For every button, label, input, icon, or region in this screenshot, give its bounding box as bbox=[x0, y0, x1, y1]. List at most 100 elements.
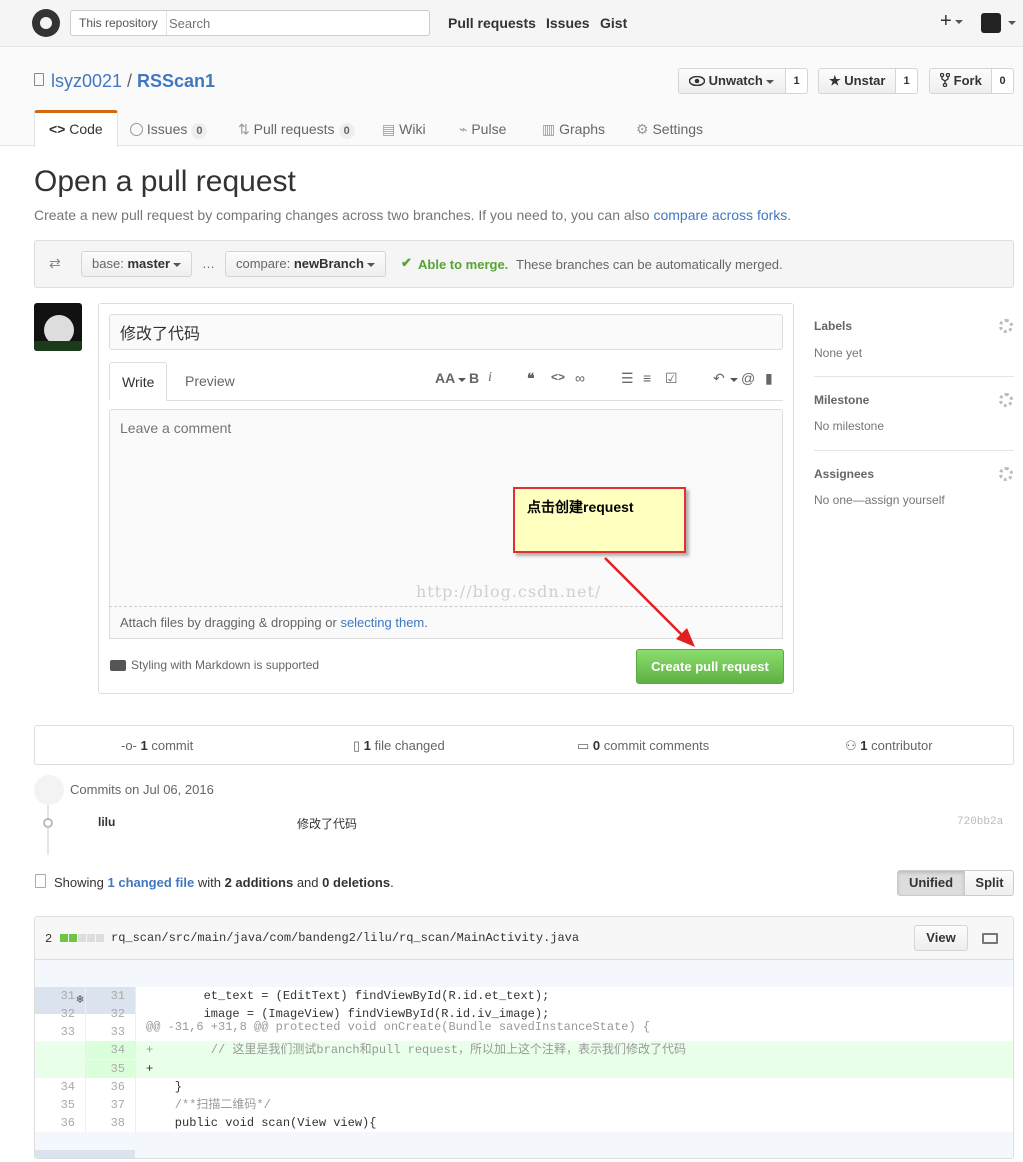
diff-hunk-header: ❄ @@ -31,6 +31,8 @@ protected void onCre… bbox=[35, 960, 1013, 1041]
user-avatar[interactable] bbox=[981, 13, 1001, 33]
watermark-text: http://blog.csdn.net/ bbox=[416, 582, 602, 601]
base-branch-select[interactable]: base: master bbox=[81, 251, 193, 277]
file-diff-icon bbox=[35, 874, 46, 888]
tab-code[interactable]: <> Code bbox=[34, 110, 118, 147]
tab-preview[interactable]: Preview bbox=[185, 362, 235, 400]
contributors-summary[interactable]: ⚇ 1 contributor bbox=[845, 738, 933, 754]
labels-gear-icon[interactable] bbox=[999, 319, 1013, 333]
diff-line-count: 2 bbox=[45, 932, 53, 946]
search-box[interactable]: This repository bbox=[70, 10, 430, 36]
tab-pull-requests[interactable]: ⇅ Pull requests 0 bbox=[238, 111, 355, 147]
files-summary[interactable]: ▯ 1 file changed bbox=[353, 738, 445, 754]
labels-heading: Labels bbox=[814, 319, 853, 333]
watch-count[interactable]: 1 bbox=[786, 68, 808, 94]
star-count[interactable]: 1 bbox=[896, 68, 918, 94]
fork-button[interactable]: Fork bbox=[929, 68, 992, 94]
fork-count[interactable]: 0 bbox=[992, 68, 1014, 94]
commits-summary[interactable]: -o- 1 commit bbox=[121, 738, 193, 753]
comment-icon: ▭ bbox=[577, 738, 590, 753]
diff-line-added: 35 + bbox=[35, 1060, 1013, 1078]
select-files-link[interactable]: selecting them bbox=[340, 615, 424, 630]
split-view-button[interactable]: Split bbox=[965, 871, 1013, 895]
annotation-callout: 点击创建request bbox=[513, 487, 686, 553]
search-input[interactable] bbox=[169, 13, 424, 33]
eye-icon bbox=[688, 75, 706, 87]
bookmark-icon[interactable]: ▮ bbox=[765, 370, 773, 387]
nav-pull-requests[interactable]: Pull requests bbox=[448, 15, 536, 31]
book-icon: ▤ bbox=[382, 121, 396, 137]
header-text-icon[interactable]: AA bbox=[435, 370, 455, 386]
assignees-heading: Assignees bbox=[814, 467, 875, 481]
view-file-button[interactable]: View bbox=[914, 925, 968, 951]
commit-sha-link[interactable]: 720bb2a bbox=[957, 816, 1003, 828]
compare-branch-select[interactable]: compare: newBranch bbox=[225, 251, 386, 277]
diff-stats-text: Showing 1 changed file with 2 additions … bbox=[54, 875, 394, 890]
path-separator: / bbox=[127, 71, 133, 91]
new-menu-plus-icon[interactable]: + bbox=[940, 10, 963, 33]
assignees-gear-icon[interactable] bbox=[999, 467, 1013, 481]
diff-line: 31 31 et_text = (EditText) findViewById(R… bbox=[35, 987, 1013, 1005]
code-icon[interactable]: <> bbox=[551, 370, 565, 384]
merge-note: These branches can be automatically merg… bbox=[516, 257, 783, 272]
diff-line-added: 34 + // 这里是我们测试branch和pull request，所以加上这个… bbox=[35, 1041, 1013, 1060]
github-logo-icon[interactable] bbox=[32, 9, 60, 37]
unordered-list-icon[interactable]: ☰ bbox=[621, 370, 634, 387]
tab-graphs[interactable]: ▥ Graphs bbox=[542, 111, 605, 147]
comments-summary[interactable]: ▭ 0 commit comments bbox=[577, 738, 709, 754]
tab-wiki[interactable]: ▤ Wiki bbox=[382, 111, 426, 147]
milestone-value: No milestone bbox=[814, 419, 885, 433]
assignees-value[interactable]: No one—assign yourself bbox=[814, 493, 945, 507]
diff-line: 34 36 } bbox=[35, 1078, 1013, 1096]
link-icon[interactable]: ∞ bbox=[575, 370, 585, 386]
tab-issues[interactable]: Issues 0 bbox=[130, 111, 208, 147]
reply-icon[interactable]: ↶ bbox=[713, 370, 725, 387]
quote-icon[interactable]: ❝ bbox=[527, 370, 535, 387]
tab-settings[interactable]: ⚙ Settings bbox=[636, 111, 703, 147]
file-path[interactable]: rq_scan/src/main/java/com/bandeng2/lilu/… bbox=[111, 931, 579, 945]
nav-issues[interactable]: Issues bbox=[546, 15, 590, 31]
desktop-icon[interactable] bbox=[982, 933, 998, 944]
unstar-button[interactable]: ★ Unstar bbox=[818, 68, 896, 94]
star-icon: ★ bbox=[829, 73, 841, 88]
expand-icon[interactable]: ❄ bbox=[35, 1150, 135, 1158]
changed-files-link[interactable]: 1 changed file bbox=[108, 875, 195, 890]
markdown-icon bbox=[110, 660, 126, 671]
author-avatar bbox=[34, 303, 82, 351]
pr-title-input[interactable] bbox=[109, 314, 783, 350]
sidebar-divider bbox=[814, 450, 1014, 451]
unified-view-button[interactable]: Unified bbox=[898, 871, 965, 895]
milestone-gear-icon[interactable] bbox=[999, 393, 1013, 407]
tab-pulse[interactable]: ⌁ Pulse bbox=[459, 111, 506, 147]
task-list-icon[interactable]: ☑ bbox=[665, 370, 678, 387]
merge-status: Able to merge. bbox=[418, 257, 509, 272]
diff-line: 32 32 image = (ImageView) findViewById(R.… bbox=[35, 1005, 1013, 1023]
ordered-list-icon[interactable]: ≡ bbox=[643, 370, 651, 386]
file-diff: 2 rq_scan/src/main/java/com/bandeng2/lil… bbox=[34, 916, 1014, 1159]
repo-name-link[interactable]: RSScan1 bbox=[137, 71, 215, 92]
file-diff-icon: ▯ bbox=[353, 738, 361, 753]
italic-icon[interactable]: i bbox=[488, 370, 492, 386]
diffstat-added-block bbox=[69, 934, 77, 942]
create-pull-request-button[interactable]: Create pull request bbox=[636, 649, 784, 684]
commit-author-link[interactable]: lilu bbox=[98, 815, 115, 829]
diffstat-neutral-block bbox=[78, 934, 86, 942]
markdown-toolbar: AA B i ❝ <> ∞ ☰ ≡ ☑ ↶ @ ▮ bbox=[435, 370, 785, 394]
mention-icon[interactable]: @ bbox=[741, 370, 755, 386]
markdown-note[interactable]: Styling with Markdown is supported bbox=[131, 658, 319, 672]
commit-message-link[interactable]: 修改了代码 bbox=[297, 815, 357, 832]
nav-gist[interactable]: Gist bbox=[600, 15, 627, 31]
milestone-heading: Milestone bbox=[814, 393, 870, 407]
unwatch-button[interactable]: Unwatch bbox=[678, 68, 786, 94]
organization-icon: ⚇ bbox=[845, 738, 857, 753]
repo-owner-link[interactable]: lsyz0021 bbox=[51, 71, 122, 92]
chevron-down-icon[interactable] bbox=[1008, 21, 1016, 25]
bold-icon[interactable]: B bbox=[469, 370, 479, 386]
graph-icon: ▥ bbox=[542, 121, 556, 137]
diff-line: 36 38 public void scan(View view){ bbox=[35, 1114, 1013, 1132]
diffstat-neutral-block bbox=[87, 934, 95, 942]
compare-forks-link[interactable]: compare across forks bbox=[653, 207, 787, 223]
diff-line: 33 33 bbox=[35, 1023, 1013, 1041]
tab-write[interactable]: Write bbox=[109, 362, 168, 401]
diffstat-added-block bbox=[60, 934, 68, 942]
fork-icon bbox=[939, 72, 951, 88]
